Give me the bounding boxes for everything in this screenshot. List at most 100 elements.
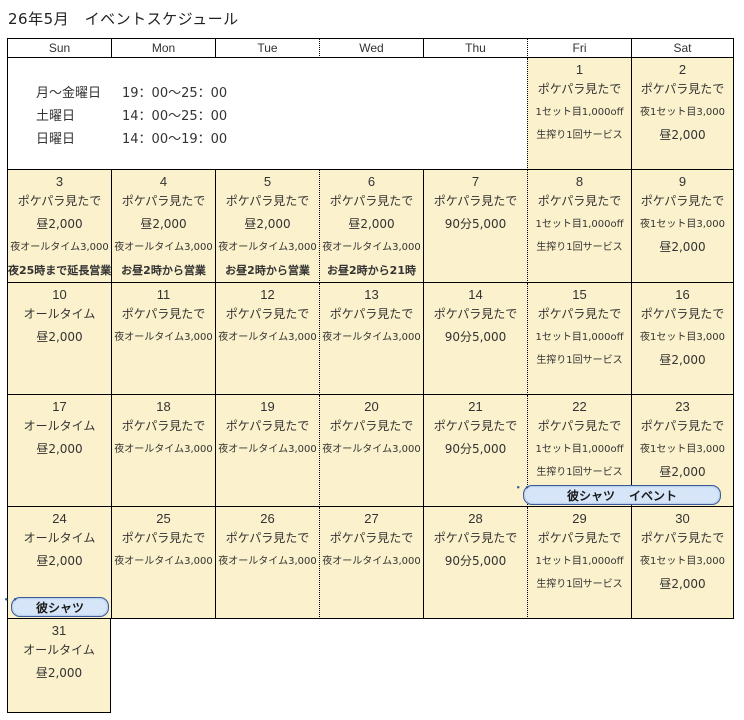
- day-event-line: 90分5,000: [444, 554, 507, 568]
- day-cell[interactable]: 28 ポケパラ見たで 90分5,000: [423, 507, 527, 619]
- day-event-line: 夜オールタイム3,000: [322, 332, 421, 343]
- day-number: 21: [468, 399, 483, 414]
- day-cell[interactable]: 8 ポケパラ見たで 1セット目1,000off 生搾り1回サービス: [527, 170, 631, 283]
- business-hours-row: 日曜日 14：00～19：00: [36, 128, 227, 147]
- day-number: 24: [52, 511, 67, 526]
- day-event-line: ポケパラ見たで: [640, 531, 725, 545]
- day-event-line: お昼2時から営業: [121, 264, 206, 277]
- day-cell[interactable]: 26 ポケパラ見たで 夜オールタイム3,000: [215, 507, 319, 619]
- day-number: 28: [468, 511, 483, 526]
- day-cell[interactable]: 13 ポケパラ見たで 夜オールタイム3,000: [319, 283, 423, 395]
- day-number: 8: [575, 174, 584, 189]
- day-event-line: ポケパラ見たで: [433, 194, 518, 208]
- day-cell[interactable]: 6 ポケパラ見たで 昼2,000 夜オールタイム3,000 お昼2時から21時: [319, 170, 423, 283]
- day-number: 31: [51, 623, 67, 638]
- day-event-line: ポケパラ見たで: [537, 307, 622, 321]
- day-number: 19: [260, 399, 275, 414]
- day-event-line: 1セット目1,000off: [535, 107, 624, 118]
- day-event-line: ポケパラ見たで: [225, 194, 310, 208]
- day-event-line: ポケパラ見たで: [537, 82, 622, 96]
- weekday-header-tue: Tue: [215, 38, 319, 58]
- day-cell[interactable]: 17 オールタイム 昼2,000: [7, 395, 111, 507]
- day-number: 10: [52, 287, 67, 302]
- calendar-grid: Sun Mon Tue Wed Thu Fri Sat 月～金曜日 19：00～25：00 土曜日…: [4, 38, 734, 713]
- day-cell[interactable]: 11 ポケパラ見たで 夜オールタイム3,000: [111, 283, 215, 395]
- day-event-line: オールタイム: [23, 643, 95, 657]
- day-cell[interactable]: 19 ポケパラ見たで 夜オールタイム3,000: [215, 395, 319, 507]
- day-event-line: 90分5,000: [444, 217, 507, 231]
- day-cell[interactable]: 15 ポケパラ見たで 1セット目1,000off 生搾り1回サービス: [527, 283, 631, 395]
- day-event-line: 夜25時まで延長営業: [8, 264, 111, 277]
- day-event-line: 夜オールタイム3,000: [322, 242, 421, 253]
- day-cell[interactable]: 21 ポケパラ見たで 90分5,000: [423, 395, 527, 507]
- day-cell[interactable]: 25 ポケパラ見たで 夜オールタイム3,000: [111, 507, 215, 619]
- day-cell[interactable]: 14 ポケパラ見たで 90分5,000: [423, 283, 527, 395]
- day-number: 6: [367, 174, 376, 189]
- day-cell[interactable]: 9 ポケパラ見たで 夜1セット目3,000 昼2,000: [631, 170, 734, 283]
- day-event-line: ポケパラ見たで: [329, 419, 414, 433]
- day-event-line: ポケパラ見たで: [640, 194, 725, 208]
- weekday-header-thu: Thu: [423, 38, 527, 58]
- day-event-line: 夜オールタイム3,000: [218, 332, 317, 343]
- day-cell[interactable]: 5 ポケパラ見たで 昼2,000 夜オールタイム3,000 お昼2時から営業: [215, 170, 319, 283]
- day-cell[interactable]: 4 ポケパラ見たで 昼2,000 夜オールタイム3,000 お昼2時から営業: [111, 170, 215, 283]
- day-event-line: お昼2時から営業: [225, 264, 310, 277]
- day-cell[interactable]: 31 オールタイム 昼2,000: [7, 619, 111, 713]
- day-event-line: 夜オールタイム3,000: [218, 556, 317, 567]
- day-cell[interactable]: 2 ポケパラ見たで 夜1セット目3,000 昼2,000: [631, 58, 734, 170]
- day-event-line: 夜1セット目3,000: [640, 444, 725, 455]
- day-event-line: ポケパラ見たで: [121, 531, 206, 545]
- day-event-line: 夜1セット目3,000: [640, 107, 725, 118]
- weekday-header-sun: Sun: [7, 38, 111, 58]
- weekday-header-fri: Fri: [527, 38, 631, 58]
- day-event-line: 夜オールタイム3,000: [218, 444, 317, 455]
- day-event-line: 昼2,000: [659, 353, 706, 367]
- day-event-line: 昼2,000: [35, 666, 83, 680]
- day-cell[interactable]: 1 ポケパラ見たで 1セット目1,000off 生搾り1回サービス: [527, 58, 631, 170]
- day-cell[interactable]: 16 ポケパラ見たで 夜1セット目3,000 昼2,000: [631, 283, 734, 395]
- day-cell[interactable]: 30 ポケパラ見たで 夜1セット目3,000 昼2,000: [631, 507, 734, 619]
- day-number: 7: [471, 174, 480, 189]
- day-number: 14: [468, 287, 483, 302]
- day-number: 26: [260, 511, 275, 526]
- business-hours: 月～金曜日 19：00～25：00 土曜日 14：00～25：00 日曜日 14：00～1…: [7, 58, 527, 170]
- day-event-line: 昼2,000: [659, 240, 706, 254]
- day-event-line: 1セット目1,000off: [535, 332, 624, 343]
- day-cell[interactable]: 29 ポケパラ見たで 1セット目1,000off 生搾り1回サービス: [527, 507, 631, 619]
- day-event-line: ポケパラ見たで: [121, 307, 206, 321]
- day-event-line: ポケパラ見たで: [640, 307, 725, 321]
- day-cell[interactable]: 18 ポケパラ見たで 夜オールタイム3,000: [111, 395, 215, 507]
- day-cell[interactable]: 12 ポケパラ見たで 夜オールタイム3,000: [215, 283, 319, 395]
- day-event-line: 夜オールタイム3,000: [218, 242, 317, 253]
- event-label: 彼シャツ: [566, 488, 615, 503]
- day-event-line: ポケパラ見たで: [329, 307, 414, 321]
- day-number: 3: [55, 174, 64, 189]
- business-hours-row: 月～金曜日 19：00～25：00: [36, 82, 227, 101]
- day-event-line: 1セット目1,000off: [535, 556, 624, 567]
- hours-time: 19：00～25：00: [122, 86, 228, 101]
- hours-time: 14：00～25：00: [122, 109, 228, 124]
- day-event-line: 生搾り1回サービス: [536, 579, 623, 590]
- day-number: 16: [675, 287, 690, 302]
- day-number: 2: [678, 62, 687, 77]
- day-event-line: ポケパラ見たで: [225, 531, 310, 545]
- day-event-line: 夜1セット目3,000: [640, 332, 725, 343]
- day-cell[interactable]: 27 ポケパラ見たで 夜オールタイム3,000: [319, 507, 423, 619]
- day-event-line: 生搾り1回サービス: [536, 467, 623, 478]
- day-event-line: ポケパラ見たで: [17, 194, 102, 208]
- day-event-line: ポケパラ見たで: [121, 194, 206, 208]
- weekday-header-mon: Mon: [111, 38, 215, 58]
- day-cell[interactable]: 7 ポケパラ見たで 90分5,000: [423, 170, 527, 283]
- day-cell[interactable]: 20 ポケパラ見たで 夜オールタイム3,000: [319, 395, 423, 507]
- day-number: 17: [52, 399, 67, 414]
- day-event-line: 夜オールタイム3,000: [114, 332, 213, 343]
- day-cell[interactable]: 10 オールタイム 昼2,000: [7, 283, 111, 395]
- day-event-line: 生搾り1回サービス: [536, 355, 623, 366]
- day-event-line: 1セット目1,000off: [535, 219, 624, 230]
- day-cell[interactable]: 3 ポケパラ見たで 昼2,000 夜オールタイム3,000 夜25時まで延長営業: [7, 170, 111, 283]
- day-event-line: オールタイム: [23, 307, 96, 321]
- day-number: 15: [572, 287, 587, 302]
- day-number: 23: [675, 399, 690, 414]
- day-number: 13: [364, 287, 379, 302]
- day-event-line: 昼2,000: [659, 577, 706, 591]
